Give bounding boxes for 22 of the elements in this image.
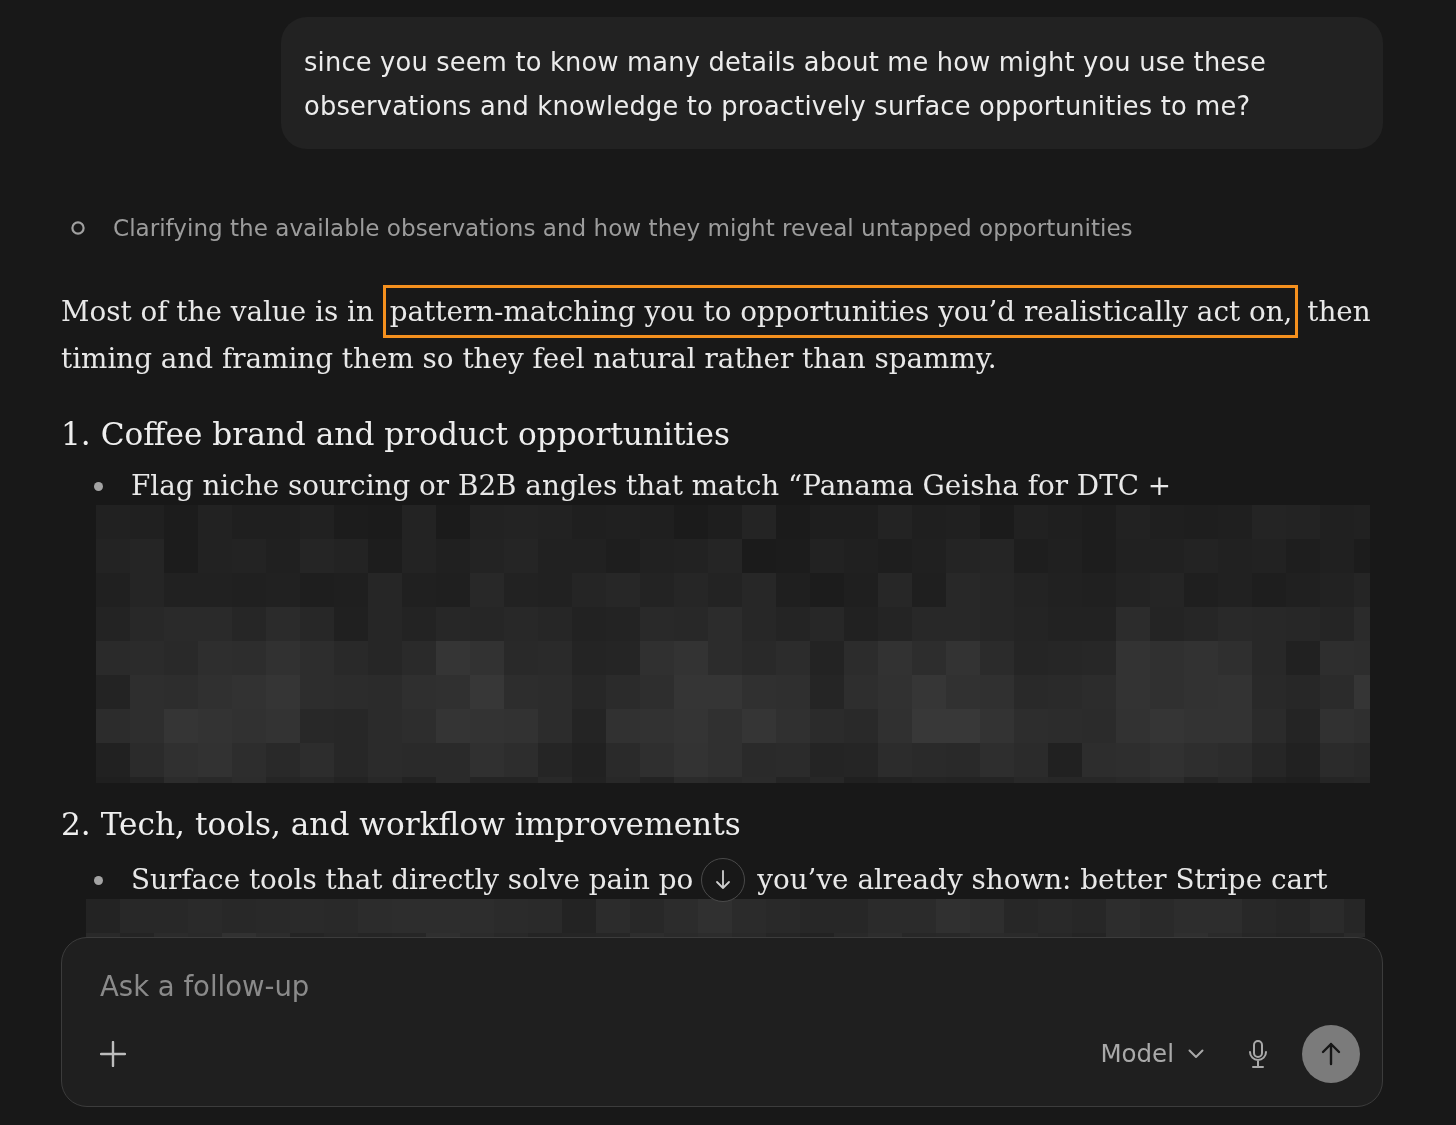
ring-icon: [71, 221, 85, 235]
user-message: since you seem to know many details about me how might you use these observations and knowledge to proactively surface opportunities to me?: [281, 17, 1383, 149]
add-button[interactable]: [100, 1041, 126, 1067]
answer-paragraph: Most of the value is in pattern-matching you to opportunities you’d realistically act on, then timing and framing them so they feel natural rather than spammy.: [61, 288, 1403, 382]
arrow-up-icon: [1321, 1042, 1341, 1066]
bullet-dot-icon: [94, 481, 103, 491]
microphone-button[interactable]: [1248, 1040, 1268, 1068]
bullet-text: Surface tools that directly solve pain po: [131, 862, 694, 898]
highlight-box: pattern-matching you to opportunities you’d realistically act on,: [382, 285, 1299, 338]
chevron-down-icon: [1188, 1049, 1204, 1059]
model-selector-button[interactable]: Model: [1100, 1035, 1204, 1073]
arrow-down-icon: [715, 870, 731, 890]
section-heading: 2. Tech, tools, and workflow improvements: [61, 805, 742, 844]
microphone-icon: [1248, 1040, 1268, 1068]
bullet-dot-icon: [94, 875, 103, 885]
message-input-field[interactable]: Ask a follow-up: [100, 967, 700, 1007]
bullet-text: you’ve already shown: better Stripe cart: [757, 862, 1328, 898]
scroll-down-button[interactable]: [701, 858, 745, 902]
section-heading: 1. Coffee brand and product opportunities: [61, 415, 731, 454]
bullet-text: Flag niche sourcing or B2B angles that match “Panama Geisha for DTC +: [131, 468, 1172, 504]
plus-icon: [100, 1041, 126, 1067]
thinking-step-text: Clarifying the available observations and how they might reveal untapped opportunities: [113, 213, 1133, 243]
